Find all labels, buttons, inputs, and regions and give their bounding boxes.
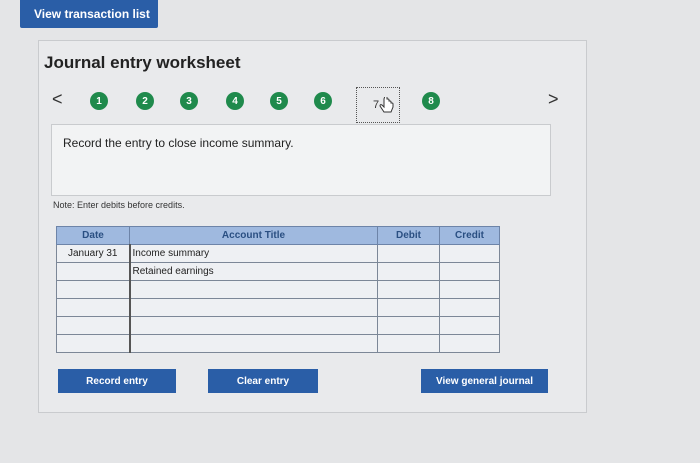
account-title-header: Account Title	[129, 226, 378, 245]
date-cell[interactable]	[56, 280, 130, 299]
date-cell[interactable]	[56, 298, 130, 317]
step-3-button[interactable]: 3	[180, 92, 198, 110]
debit-input[interactable]	[377, 244, 440, 263]
next-arrow-icon[interactable]: >	[548, 89, 559, 110]
credit-input[interactable]	[439, 334, 500, 353]
step-2-button[interactable]: 2	[136, 92, 154, 110]
debit-input[interactable]	[377, 316, 440, 335]
table-row	[56, 280, 500, 299]
debit-input[interactable]	[377, 280, 440, 299]
debit-header: Debit	[377, 226, 440, 245]
worksheet-title: Journal entry worksheet	[44, 53, 241, 72]
record-entry-button[interactable]: Record entry	[58, 369, 176, 393]
debit-input[interactable]	[377, 298, 440, 317]
account-cell[interactable]: Income summary	[128, 244, 378, 263]
date-cell[interactable]: January 31	[56, 244, 130, 263]
credit-input[interactable]	[439, 244, 500, 263]
credit-input[interactable]	[439, 280, 500, 299]
step-4-button[interactable]: 4	[226, 92, 244, 110]
date-cell[interactable]	[56, 262, 130, 281]
credit-header: Credit	[439, 226, 500, 245]
step-6-button[interactable]: 6	[314, 92, 332, 110]
step-8-button[interactable]: 8	[422, 92, 440, 110]
table-row	[56, 298, 500, 317]
credit-input[interactable]	[439, 316, 500, 335]
table-row: January 31 Income summary	[56, 244, 500, 263]
note-text: Note: Enter debits before credits.	[53, 200, 185, 210]
clear-entry-button[interactable]: Clear entry	[208, 369, 318, 393]
view-transaction-list-button[interactable]: View transaction list	[20, 0, 158, 28]
date-header: Date	[56, 226, 130, 245]
prev-arrow-icon[interactable]: <	[52, 89, 63, 110]
instruction-box: Record the entry to close income summary…	[51, 124, 551, 196]
credit-input[interactable]	[439, 262, 500, 281]
table-header-row: Date Account Title Debit Credit	[56, 226, 500, 245]
step-7-current[interactable]: 7	[356, 87, 400, 123]
debit-input[interactable]	[377, 334, 440, 353]
hand-cursor-icon	[379, 97, 394, 113]
account-cell[interactable]	[128, 316, 378, 335]
account-cell[interactable]	[128, 334, 378, 353]
step-5-button[interactable]: 5	[270, 92, 288, 110]
table-row	[56, 334, 500, 353]
account-cell[interactable]	[128, 298, 378, 317]
credit-input[interactable]	[439, 298, 500, 317]
journal-table: Date Account Title Debit Credit January …	[56, 226, 500, 353]
step-1-button[interactable]: 1	[90, 92, 108, 110]
table-row	[56, 316, 500, 335]
date-cell[interactable]	[56, 334, 130, 353]
account-cell[interactable]: Retained earnings	[128, 262, 378, 281]
debit-input[interactable]	[377, 262, 440, 281]
instruction-text: Record the entry to close income summary…	[63, 136, 294, 150]
view-general-journal-button[interactable]: View general journal	[421, 369, 548, 393]
account-cell[interactable]	[128, 280, 378, 299]
date-cell[interactable]	[56, 316, 130, 335]
table-row: Retained earnings	[56, 262, 500, 281]
